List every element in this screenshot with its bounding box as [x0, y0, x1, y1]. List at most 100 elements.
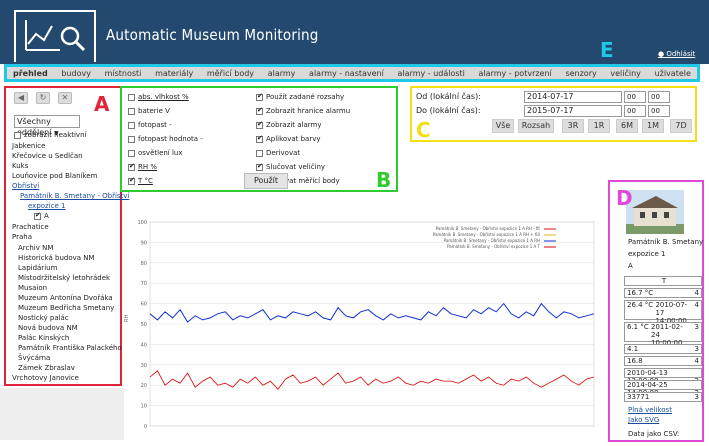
- logout-link[interactable]: ● Odhlásit: [658, 50, 695, 58]
- show-inactive-toggle[interactable]: zobrazit neaktivní: [14, 131, 86, 139]
- opt-baterie[interactable]: baterie V: [128, 107, 170, 115]
- tree-item-pamatnik-palackeho[interactable]: Památník Františka Palackého: [18, 344, 122, 352]
- show-inactive-checkbox[interactable]: [14, 131, 21, 139]
- opt-hranice-alarmu[interactable]: Zobrazit hranice alarmu: [256, 106, 351, 115]
- logout-label: Odhlásit: [666, 50, 696, 58]
- nav-senzory[interactable]: senzory: [565, 69, 596, 78]
- tree-item-zamek-zbraslav[interactable]: Zámek Zbraslav: [18, 364, 75, 372]
- tree-item-historicka-budova[interactable]: Historická budova NM: [18, 254, 95, 262]
- opt-fotopast[interactable]: fotopast -: [128, 121, 172, 129]
- nav-uzivatele[interactable]: uživatele: [655, 69, 691, 78]
- detail-row-value: 33771: [627, 393, 650, 401]
- range-custom-button[interactable]: Rozsah: [518, 119, 554, 133]
- opt-osvetleni-checkbox[interactable]: [128, 149, 135, 157]
- opt-fotopast-hodnota-checkbox[interactable]: [128, 135, 135, 143]
- range-7d-button[interactable]: 7D: [670, 119, 692, 133]
- nav-budovy[interactable]: budovy: [61, 69, 91, 78]
- opt-rh-checkbox[interactable]: [128, 162, 135, 171]
- nav-alarmy-potvrzeni[interactable]: alarmy - potvrzení: [479, 69, 552, 78]
- collapse-button[interactable]: ◀: [14, 92, 28, 104]
- opt-derivovat[interactable]: Derivovat: [256, 149, 300, 157]
- to-minute-select[interactable]: 00: [648, 105, 670, 117]
- tree-item-pamatnik-smetany[interactable]: Památník B. Smetany - Obříství: [20, 192, 129, 200]
- refresh-button[interactable]: ↻: [36, 92, 50, 104]
- nav-veliciny[interactable]: veličiny: [610, 69, 641, 78]
- nav-materialy[interactable]: materiály: [155, 69, 193, 78]
- opt-aplikovat-barvy-checkbox[interactable]: [256, 134, 263, 143]
- opt-rh[interactable]: RH %: [128, 162, 157, 171]
- opt-t[interactable]: T °C: [128, 176, 153, 185]
- range-3y-button[interactable]: 3R: [562, 119, 584, 133]
- opt-abs-vlhkost-checkbox[interactable]: [128, 93, 135, 101]
- opt-abs-vlhkost[interactable]: abs. vlhkost %: [128, 93, 189, 101]
- nav-alarmy[interactable]: alarmy: [268, 69, 296, 78]
- range-all-button[interactable]: Vše: [492, 119, 514, 133]
- to-hour-select[interactable]: 00: [624, 105, 646, 117]
- full-size-link[interactable]: Plná velikost: [628, 406, 672, 414]
- nav-alarmy-udalosti[interactable]: alarmy - události: [398, 69, 465, 78]
- legend-entry: Památník B. Smetany - Obříství expozice …: [444, 238, 540, 243]
- user-icon: ●: [658, 50, 665, 58]
- tree-item-obristvi[interactable]: Obříství: [12, 182, 39, 190]
- opt-pouzit-rozsahy[interactable]: Použít zadané rozsahy: [256, 92, 344, 101]
- opt-slucovat-veliciny[interactable]: Slučovat veličiny: [256, 162, 325, 171]
- from-date-input[interactable]: 2014-07-17: [524, 91, 622, 103]
- opt-aplikovat-barvy[interactable]: Aplikovat barvy: [256, 134, 321, 143]
- opt-t-checkbox[interactable]: [128, 176, 135, 185]
- tree-item-point-a[interactable]: A: [34, 211, 49, 220]
- opt-fotopast-checkbox[interactable]: [128, 121, 135, 129]
- tree-item-mistodrzitelsky[interactable]: Místodržitelský letohrádek: [18, 274, 110, 282]
- tree-item-muzeum-dvoraka[interactable]: Muzeum Antonína Dvořáka: [18, 294, 113, 302]
- detail-row-value: 16.8: [627, 357, 643, 365]
- nav-prehled[interactable]: přehled: [13, 69, 48, 78]
- opt-aplikovat-barvy-label: Aplikovat barvy: [266, 135, 321, 143]
- tree-item-kuks[interactable]: Kuks: [12, 162, 28, 170]
- detail-row-count: 3: [694, 393, 699, 401]
- tree-item-muzeum-smetany[interactable]: Muzeum Bedřicha Smetany: [18, 304, 114, 312]
- opt-hranice-alarmu-checkbox[interactable]: [256, 106, 263, 115]
- opt-osvetleni[interactable]: osvětlení lux: [128, 149, 183, 157]
- tree-item-expozice-1[interactable]: expozice 1: [28, 202, 66, 210]
- to-label: Do (lokální čas):: [416, 106, 481, 115]
- department-select[interactable]: Všechny oddělení ▼: [14, 115, 80, 137]
- tree-item-praha[interactable]: Praha: [12, 233, 32, 241]
- detail-row-1: 26.4 °C 2010-07-17 14:00:00 4: [624, 300, 702, 325]
- range-1m-button[interactable]: 1M: [642, 119, 664, 133]
- from-label: Od (lokální čas):: [416, 92, 481, 101]
- opt-fotopast-hodnota[interactable]: fotopast hodnota -: [128, 135, 203, 143]
- legend-entry: Památník B. Smetany - Obříství expozice …: [433, 232, 541, 237]
- tree-item-prachatice[interactable]: Prachatice: [12, 223, 49, 231]
- tree-item-musaion[interactable]: Musaion: [18, 284, 47, 292]
- opt-hranice-alarmu-label: Zobrazit hranice alarmu: [266, 107, 351, 115]
- close-button[interactable]: ✕: [58, 92, 72, 104]
- tree-item-lapidarium[interactable]: Lapidárium: [18, 264, 57, 272]
- nav-alarmy-nastaveni[interactable]: alarmy - nastavení: [309, 69, 384, 78]
- opt-baterie-checkbox[interactable]: [128, 107, 135, 115]
- tree-item-krecovice[interactable]: Křečovice u Sedlčan: [12, 152, 83, 160]
- tree-item-archiv-nm[interactable]: Archiv NM: [18, 244, 53, 252]
- opt-slucovat-veliciny-checkbox[interactable]: [256, 162, 263, 171]
- range-1y-button[interactable]: 1R: [588, 119, 610, 133]
- tree-item-nova-budova[interactable]: Nová budova NM: [18, 324, 78, 332]
- measurement-chart[interactable]: 0 10 20 30 40 50 60 70 80 90 100 Památník B. Smeta…: [120, 212, 606, 442]
- tree-item-lounovice[interactable]: Louňovice pod Blaníkem: [12, 172, 97, 180]
- tree-item-jabkenice[interactable]: Jabkenice: [12, 142, 45, 150]
- from-hour-select[interactable]: 00: [624, 91, 646, 103]
- from-minute-select[interactable]: 00: [648, 91, 670, 103]
- as-svg-link[interactable]: Jako SVG: [628, 416, 659, 424]
- nav-merici-body[interactable]: měřicí body: [207, 69, 254, 78]
- tree-item-palac-kinskych[interactable]: Palác Kinských: [18, 334, 69, 342]
- point-a-checkbox[interactable]: [34, 211, 41, 220]
- tree-item-nosticky-palac[interactable]: Nostický palác: [18, 314, 69, 322]
- detail-row-count: 4: [694, 357, 699, 365]
- opt-pouzit-rozsahy-checkbox[interactable]: [256, 92, 263, 101]
- opt-zobrazit-alarmy-checkbox[interactable]: [256, 120, 263, 129]
- to-date-input[interactable]: 2015-07-17: [524, 105, 622, 117]
- tree-item-svycarna[interactable]: Švýcárna: [18, 354, 50, 362]
- apply-button[interactable]: Použít: [244, 173, 288, 189]
- tree-item-vrchotovy-janovice[interactable]: Vrchotovy Janovice: [12, 374, 79, 382]
- opt-derivovat-checkbox[interactable]: [256, 149, 263, 157]
- opt-zobrazit-alarmy[interactable]: Zobrazit alarmy: [256, 120, 322, 129]
- nav-mistnosti[interactable]: místnosti: [105, 69, 142, 78]
- range-6m-button[interactable]: 6M: [616, 119, 638, 133]
